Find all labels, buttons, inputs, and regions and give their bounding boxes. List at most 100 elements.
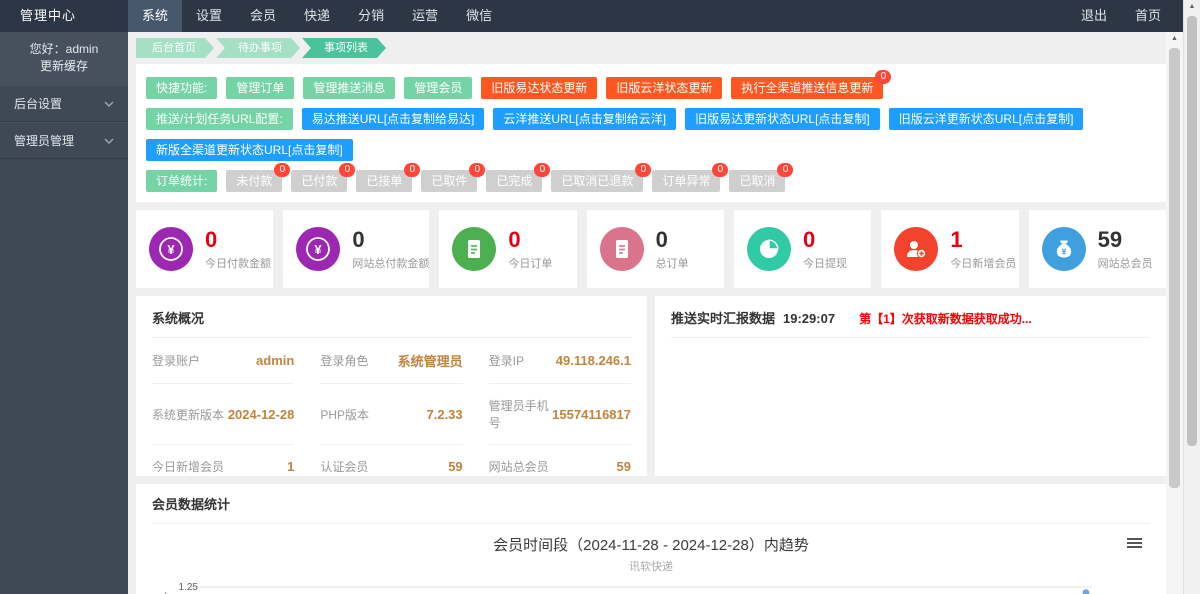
svg-text:1.25: 1.25 (179, 582, 199, 593)
stat-label: 今日订单 (508, 255, 552, 271)
money-bag-icon: ¥ (1042, 227, 1086, 271)
breadcrumb-tab[interactable]: 后台首页 (136, 38, 214, 58)
top-menu-item[interactable]: 分销 (344, 0, 398, 32)
overview-label: 登录IP (489, 352, 524, 369)
stat-card: 1今日新增会员 (881, 210, 1018, 288)
stat-card-meta: 59网站总会员 (1098, 228, 1153, 271)
button-row: 订单统计:未付款0已付款0已接单0已取件0已完成0已取消已退款0订单异常0已取消… (146, 161, 1156, 192)
action-button[interactable]: 云洋推送URL[点击复制给云洋] (493, 108, 676, 130)
action-button[interactable]: 管理推送消息 (303, 77, 395, 99)
count-badge: 0 (339, 163, 355, 177)
overview-label: 今日新增会员 (152, 458, 224, 475)
action-button[interactable]: 旧版易达状态更新 (481, 77, 597, 99)
top-menu-item[interactable]: 会员 (236, 0, 290, 32)
overview-value: 59 (448, 459, 462, 474)
overview-value: 49.118.246.1 (556, 353, 631, 368)
top-link[interactable]: 退出 (1067, 0, 1121, 32)
overview-cell: 今日新增会员 1 (152, 445, 294, 476)
action-button[interactable]: 执行全渠道推送信息更新0 (731, 77, 883, 99)
breadcrumb-tab[interactable]: 待办事项 (216, 38, 300, 58)
stat-value: 0 (656, 228, 689, 252)
count-badge: 0 (875, 70, 891, 84)
row-label: 快捷功能: (146, 77, 217, 99)
quick-actions-panel: 快捷功能: 管理订单管理推送消息管理会员旧版易达状态更新旧版云洋状态更新执行全渠道… (136, 64, 1166, 202)
top-menu-item[interactable]: 系统 (128, 0, 182, 32)
middle-panels: 系统概况 登录账户admin登录角色系统管理员登录IP49.118.246.1系… (136, 296, 1166, 476)
top-menu: 系统设置会员快递分销运营微信 (128, 0, 506, 32)
overview-label: 管理员手机号 (489, 397, 553, 431)
chart-menu-icon[interactable] (1127, 536, 1142, 550)
overview-value: admin (256, 353, 294, 368)
top-menu-item[interactable]: 设置 (182, 0, 236, 32)
breadcrumb: 后台首页待办事项事项列表 (136, 38, 1166, 58)
push-report-header: 推送实时汇报数据 19:29:07 第【1】次获取新数据获取成功... (671, 308, 1150, 338)
stat-card-meta: 0总订单 (656, 228, 689, 271)
stat-value: 1 (950, 228, 1016, 252)
count-badge: 0 (777, 163, 793, 177)
action-button[interactable]: 未付款0 (226, 170, 282, 192)
scroll-up-icon[interactable]: ▲ (1166, 32, 1183, 46)
stat-card: 0今日订单 (439, 210, 576, 288)
count-badge: 0 (274, 163, 290, 177)
overview-value: 1 (287, 459, 294, 474)
member-stats-panel: 会员数据统计 会员时间段（2024-11-28 - 2024-12-28）内趋势… (136, 484, 1166, 594)
top-menu-item[interactable]: 快递 (290, 0, 344, 32)
system-overview-panel: 系统概况 登录账户admin登录角色系统管理员登录IP49.118.246.1系… (136, 296, 647, 476)
stat-card: 0总订单 (587, 210, 724, 288)
action-button[interactable]: 易达推送URL[点击复制给易达] (302, 108, 485, 130)
sidebar-menu: 后台设置管理员管理 (0, 85, 128, 159)
scroll-up-icon[interactable]: ▲ (1184, 0, 1200, 14)
pie-chart-icon (747, 227, 791, 271)
stat-card: 0今日提现 (734, 210, 871, 288)
refresh-cache-link[interactable]: 更新缓存 (4, 58, 124, 75)
push-report-time: 19:29:07 (783, 311, 835, 326)
overview-value: 7.2.33 (427, 407, 463, 422)
chart-title: 会员时间段（2024-11-28 - 2024-12-28）内趋势 (152, 534, 1150, 555)
top-menu-item[interactable]: 运营 (398, 0, 452, 32)
action-button[interactable]: 已取消0 (729, 170, 785, 192)
chevron-down-icon (104, 138, 114, 144)
action-button[interactable]: 旧版云洋更新状态URL[点击复制] (889, 108, 1084, 130)
action-button[interactable]: 已取消已退款0 (551, 170, 643, 192)
action-button[interactable]: 管理订单 (226, 77, 294, 99)
action-button[interactable]: 旧版云洋状态更新 (606, 77, 722, 99)
action-button[interactable]: 新版全渠道更新状态URL[点击复制] (146, 139, 353, 161)
count-badge: 0 (635, 163, 651, 177)
action-button[interactable]: 已完成0 (486, 170, 542, 192)
top-menu-item[interactable]: 微信 (452, 0, 506, 32)
overview-value: 系统管理员 (398, 351, 463, 370)
button-row: 快捷功能: 管理订单管理推送消息管理会员旧版易达状态更新旧版云洋状态更新执行全渠道… (146, 68, 1156, 99)
system-overview-grid: 登录账户admin登录角色系统管理员登录IP49.118.246.1系统更新版本… (152, 338, 631, 476)
breadcrumb-tab[interactable]: 事项列表 (302, 38, 386, 58)
action-button[interactable]: 已接单0 (356, 170, 412, 192)
overview-cell: PHP版本 7.2.33 (320, 384, 462, 445)
stat-card: ¥0网站总付款金额 (283, 210, 429, 288)
overview-value: 2024-12-28 (228, 407, 295, 422)
chevron-down-icon (104, 101, 114, 107)
page-scrollbar-thumb[interactable] (1187, 16, 1197, 446)
action-button[interactable]: 管理会员 (404, 77, 472, 99)
top-navbar: 管理中心 系统设置会员快递分销运营微信 退出首页 (0, 0, 1183, 32)
page-scrollbar[interactable]: ▲ (1183, 0, 1200, 594)
overview-label: 认证会员 (320, 458, 368, 475)
sidebar-item[interactable]: 管理员管理 (0, 122, 128, 159)
content-scrollbar[interactable]: ▲ (1166, 32, 1183, 594)
sidebar: 您好：admin 更新缓存 后台设置管理员管理 (0, 32, 128, 594)
row-label: 推送/计划任务URL配置: (146, 108, 293, 130)
action-button[interactable]: 旧版易达更新状态URL[点击复制] (685, 108, 880, 130)
user-add-icon (894, 227, 938, 271)
action-button[interactable]: 订单异常0 (652, 170, 720, 192)
action-button[interactable]: 已取件0 (421, 170, 477, 192)
push-report-message: 第【1】次获取新数据获取成功... (859, 310, 1032, 327)
sidebar-item[interactable]: 后台设置 (0, 85, 128, 122)
push-report-title: 推送实时汇报数据 (671, 308, 775, 327)
stat-value: 0 (205, 228, 271, 252)
stat-card: ¥59网站总会员 (1029, 210, 1166, 288)
overview-label: 登录账户 (152, 352, 200, 369)
top-link[interactable]: 首页 (1121, 0, 1175, 32)
content-scrollbar-thumb[interactable] (1169, 48, 1180, 488)
overview-label: PHP版本 (320, 406, 369, 423)
button-row: 推送/计划任务URL配置: 易达推送URL[点击复制给易达] 云洋推送URL[点击复… (146, 99, 1156, 161)
stat-card-meta: 0今日提现 (803, 228, 847, 271)
action-button[interactable]: 已付款0 (291, 170, 347, 192)
